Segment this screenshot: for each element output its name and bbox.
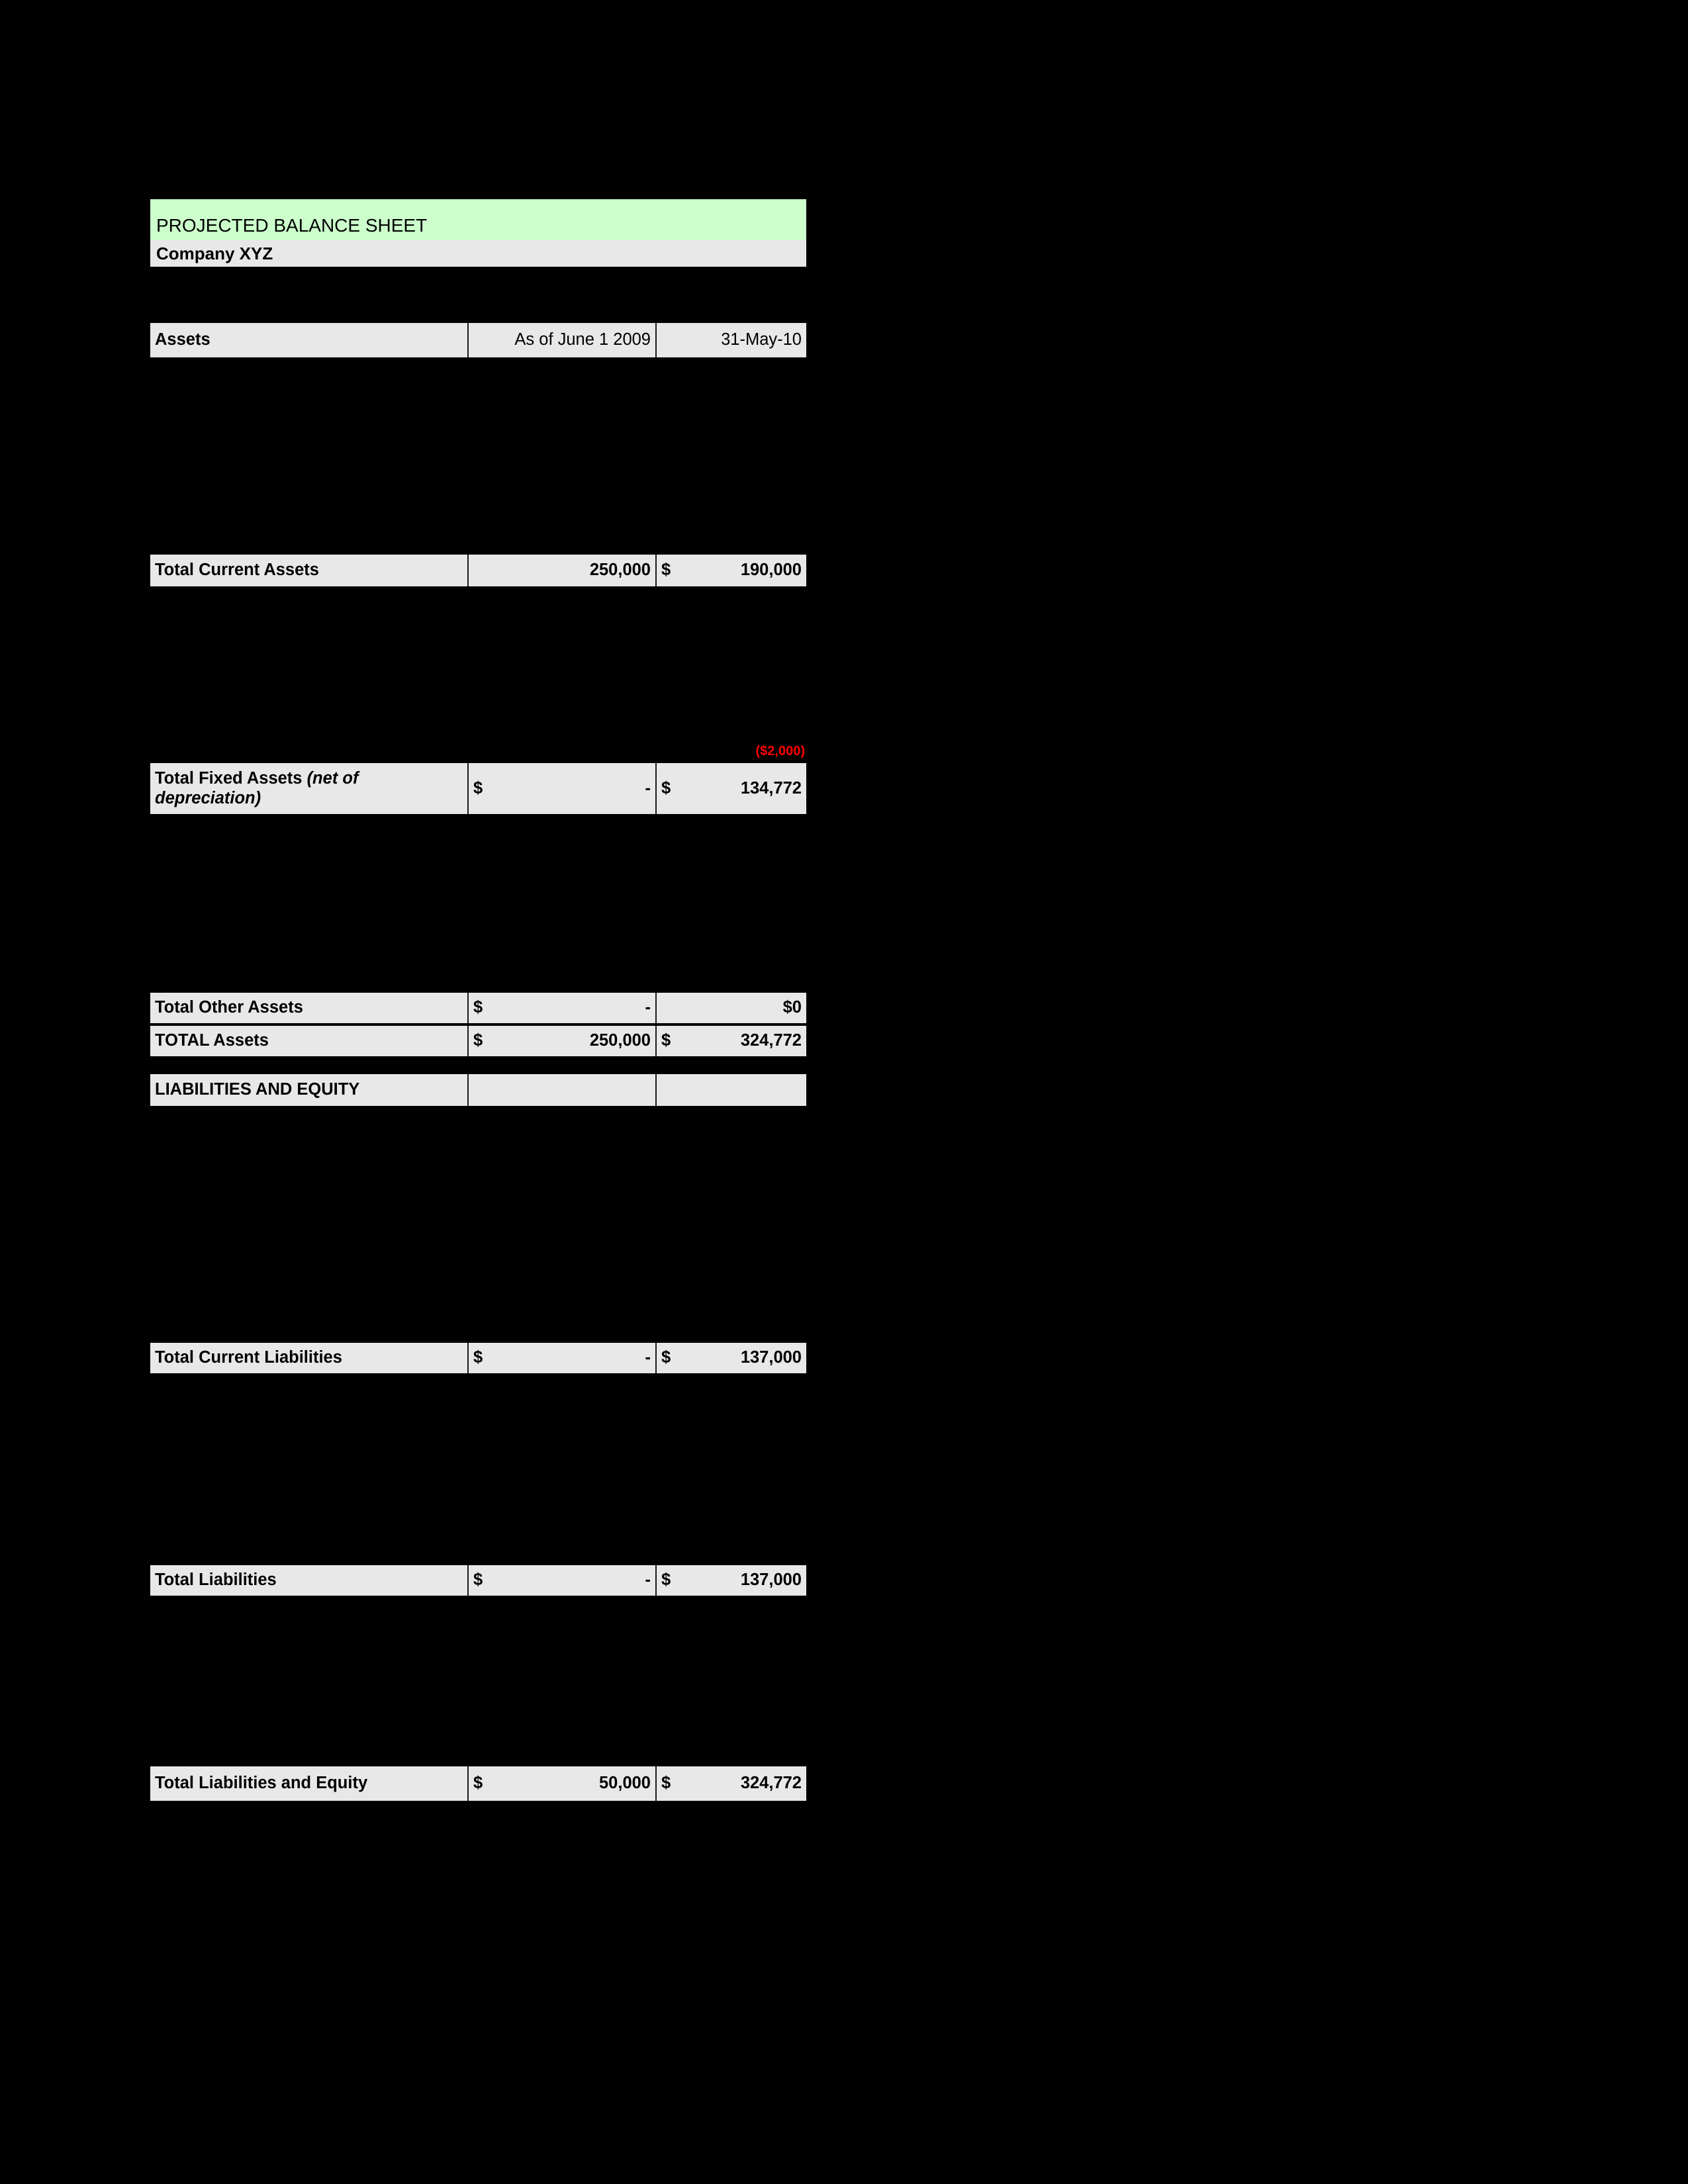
row-total-fixed-assets: Total Fixed Assets (net of depreciation)…	[150, 763, 806, 814]
row-total-current-assets: Total Current Assets 250,000 $ 190,000	[150, 555, 806, 586]
total-fixed-assets-value-period-1: $ -	[469, 763, 657, 814]
total-fixed-assets-value-period-2: $ 134,772	[657, 763, 806, 814]
currency-symbol: $	[473, 1031, 483, 1050]
total-current-liabilities-label: Total Current Liabilities	[150, 1343, 469, 1373]
spacer-divider-2	[150, 1056, 806, 1074]
total-liabilities-and-equity-value-period-1: $ 50,000	[469, 1766, 657, 1801]
total-current-assets-label: Total Current Assets	[150, 555, 469, 586]
total-liabilities-and-equity-value-period-2: $ 324,772	[657, 1766, 806, 1801]
currency-symbol: $	[661, 1348, 671, 1367]
total-other-assets-value-period-2: $0	[657, 993, 806, 1023]
amount: -	[645, 778, 651, 797]
period-2-header: 31-May-10	[657, 323, 806, 357]
amount: 137,000	[740, 1570, 802, 1590]
total-current-liabilities-value-period-2: $ 137,000	[657, 1343, 806, 1373]
assets-header-row: Assets As of June 1 2009 31-May-10	[150, 323, 806, 357]
spacer-other-assets-detail	[150, 814, 806, 993]
currency-symbol: $	[661, 1031, 671, 1050]
row-total-liabilities-and-equity: Total Liabilities and Equity $ 50,000 $ …	[150, 1766, 806, 1801]
row-total-liabilities: Total Liabilities $ - $ 137,000	[150, 1565, 806, 1596]
depreciation-adjustment-annotation: ($2,000)	[755, 744, 806, 758]
amount: 137,000	[740, 1348, 802, 1367]
amount: 324,772	[740, 1031, 802, 1050]
amount: -	[645, 1570, 651, 1590]
currency-symbol: $	[661, 1774, 671, 1793]
amount: 250,000	[589, 561, 651, 580]
currency-symbol: $	[473, 1774, 483, 1793]
total-fixed-assets-label: Total Fixed Assets (net of depreciation)	[150, 763, 469, 814]
currency-symbol: $	[661, 1570, 671, 1590]
amount: 324,772	[740, 1774, 802, 1793]
spacer-equity-detail	[150, 1596, 806, 1766]
sheet-title: PROJECTED BALANCE SHEET	[150, 199, 806, 240]
company-name: Company XYZ	[150, 240, 806, 267]
currency-symbol: $	[473, 778, 483, 797]
total-current-liabilities-value-period-1: $ -	[469, 1343, 657, 1373]
liabilities-and-equity-value-period-2	[657, 1074, 806, 1106]
row-total-other-assets: Total Other Assets $ - $0	[150, 993, 806, 1023]
total-liabilities-label: Total Liabilities	[150, 1565, 469, 1596]
row-total-assets: TOTAL Assets $ 250,000 $ 324,772	[150, 1026, 806, 1056]
currency-symbol: $	[473, 998, 483, 1017]
total-liabilities-and-equity-label: Total Liabilities and Equity	[150, 1766, 469, 1801]
total-current-assets-value-period-2: $ 190,000	[657, 555, 806, 586]
amount: 190,000	[740, 561, 802, 580]
company-row: Company XYZ	[150, 240, 806, 267]
amount: 134,772	[740, 778, 802, 797]
row-total-current-liabilities: Total Current Liabilities $ - $ 137,000	[150, 1343, 806, 1373]
currency-symbol: $	[473, 1348, 483, 1367]
total-assets-value-period-2: $ 324,772	[657, 1026, 806, 1056]
currency-symbol: $	[473, 1570, 483, 1590]
total-liabilities-value-period-1: $ -	[469, 1565, 657, 1596]
total-assets-label: TOTAL Assets	[150, 1026, 469, 1056]
total-other-assets-label: Total Other Assets	[150, 993, 469, 1023]
total-current-assets-value-period-1: 250,000	[469, 555, 657, 586]
total-liabilities-value-period-2: $ 137,000	[657, 1565, 806, 1596]
spacer-after-header	[150, 267, 806, 323]
spacer-current-assets-detail	[150, 357, 806, 555]
total-fixed-assets-label-main: Total Fixed Assets	[155, 769, 307, 788]
liabilities-and-equity-value-period-1	[469, 1074, 657, 1106]
liabilities-and-equity-label: LIABILITIES AND EQUITY	[150, 1074, 469, 1106]
spacer-current-liabilities-detail	[150, 1106, 806, 1343]
period-1-header: As of June 1 2009	[469, 323, 657, 357]
currency-symbol: $	[661, 561, 671, 580]
amount: 50,000	[599, 1774, 651, 1793]
spacer-fixed-assets-detail: ($2,000)	[150, 586, 806, 763]
amount: -	[645, 1348, 651, 1367]
row-liabilities-and-equity-header: LIABILITIES AND EQUITY	[150, 1074, 806, 1106]
title-row: PROJECTED BALANCE SHEET	[150, 199, 806, 240]
spacer-long-term-liabilities-detail	[150, 1373, 806, 1565]
amount: -	[645, 998, 651, 1017]
assets-header-label: Assets	[150, 323, 469, 357]
balance-sheet: PROJECTED BALANCE SHEET Company XYZ Asse…	[150, 199, 806, 1801]
currency-symbol: $	[661, 778, 671, 797]
total-other-assets-value-period-1: $ -	[469, 993, 657, 1023]
amount: 250,000	[589, 1031, 651, 1050]
total-assets-value-period-1: $ 250,000	[469, 1026, 657, 1056]
